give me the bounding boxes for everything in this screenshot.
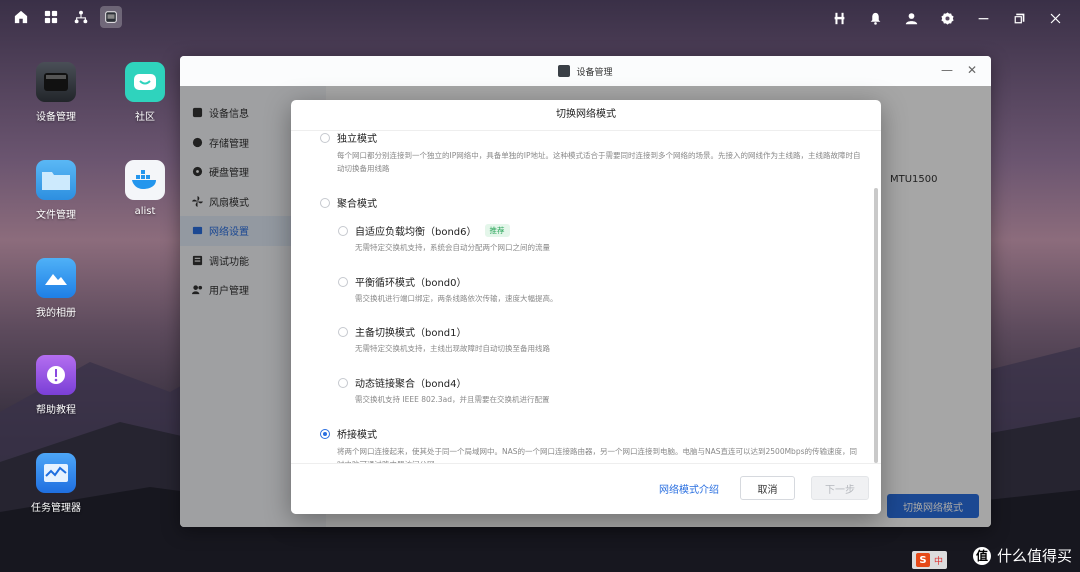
desktop-icon-file-manager[interactable]: 文件管理: [16, 160, 96, 221]
desktop-icon-label: 帮助教程: [36, 405, 76, 416]
option-label: 独立模式: [337, 134, 377, 145]
help-info-icon: [36, 355, 76, 395]
desktop-icon-task-manager[interactable]: 任务管理器: [16, 453, 96, 514]
tool-icon[interactable]: [828, 7, 850, 29]
option-label: 自适应负载均衡（bond6）: [355, 227, 477, 238]
desktop-icon-label: 文件管理: [36, 210, 76, 221]
option-bridge[interactable]: 桥接模式: [320, 426, 377, 441]
app-icon: [558, 65, 571, 77]
community-smile-icon: [125, 62, 165, 102]
radio-button[interactable]: [338, 377, 348, 388]
apps-grid-icon[interactable]: [40, 6, 62, 28]
desktop-icon-label: 我的相册: [36, 308, 76, 319]
switch-network-mode-dialog: 切换网络模式 独立模式 每个网口都分别连接到一个独立的IP网络中，具备单独的IP…: [291, 100, 881, 514]
cancel-button[interactable]: 取消: [740, 476, 795, 500]
desktop-icon-label: 设备管理: [36, 112, 76, 123]
radio-button[interactable]: [338, 326, 348, 337]
radio-button[interactable]: [338, 276, 348, 287]
restore-icon[interactable]: [1008, 7, 1030, 29]
close-icon[interactable]: [1044, 7, 1066, 29]
radio-button[interactable]: [320, 197, 330, 208]
smzdm-logo-icon: 值: [972, 546, 991, 565]
device-manager-icon[interactable]: [100, 6, 122, 28]
option-bond6[interactable]: 自适应负载均衡（bond6） 推荐: [338, 223, 510, 238]
option-description: 需交换机支持 IEEE 802.3ad，并且需要在交换机进行配置: [355, 395, 550, 404]
top-bar: [0, 0, 1080, 36]
window-close-icon[interactable]: ✕: [967, 64, 977, 76]
dialog-scrollbar[interactable]: [874, 188, 878, 463]
docker-whale-icon: [125, 160, 165, 200]
radio-button[interactable]: [338, 225, 348, 236]
ime-toolbar[interactable]: S 中: [912, 551, 948, 569]
radio-button-selected[interactable]: [320, 428, 330, 439]
option-description: 无需特定交换机支持，系统会自动分配两个网口之间的流量: [355, 243, 550, 252]
desktop-icon-label: 任务管理器: [31, 503, 81, 514]
option-label: 桥接模式: [337, 430, 377, 441]
watermark: 值 什么值得买: [972, 545, 1072, 566]
network-mode-intro-link[interactable]: 网络模式介绍: [659, 481, 719, 496]
dialog-body: 独立模式 每个网口都分别连接到一个独立的IP网络中，具备单独的IP地址。这种模式…: [291, 130, 881, 464]
desktop-icon-photos[interactable]: 我的相册: [16, 258, 96, 319]
user-icon[interactable]: [900, 7, 922, 29]
option-bond0[interactable]: 平衡循环模式（bond0）: [338, 274, 467, 289]
option-description: 将两个网口连接起来，使其处于同一个局域网中。NAS的一个网口连接路由器，另一个网…: [337, 447, 857, 464]
home-icon[interactable]: [10, 6, 32, 28]
option-label: 主备切换模式（bond1）: [355, 328, 467, 339]
sogou-ime-icon: S: [916, 553, 930, 567]
minimize-icon[interactable]: [972, 7, 994, 29]
settings-icon[interactable]: [936, 7, 958, 29]
next-step-button[interactable]: 下一步: [811, 476, 869, 500]
option-bond4[interactable]: 动态链接聚合（bond4）: [338, 375, 467, 390]
chart-monitor-icon: [36, 453, 76, 493]
dialog-footer: 网络模式介绍 取消 下一步: [291, 463, 881, 514]
option-description: 无需特定交换机支持，主线出现故障时自动切换至备用线路: [355, 344, 550, 353]
desktop-icon-label: alist: [134, 206, 156, 217]
window-minimize-icon[interactable]: —: [941, 64, 953, 76]
photo-mountain-icon: [36, 258, 76, 298]
window-title: 设备管理: [576, 67, 613, 78]
ime-mode-label: 中: [934, 556, 944, 567]
desktop-icon-community[interactable]: 社区: [105, 62, 185, 123]
desktop-icon-alist[interactable]: alist: [105, 160, 185, 217]
option-label: 平衡循环模式（bond0）: [355, 278, 467, 289]
option-label: 聚合模式: [337, 199, 377, 210]
option-aggregation[interactable]: 聚合模式: [320, 195, 377, 210]
window-titlebar: 设备管理: [180, 56, 991, 87]
option-label: 动态链接聚合（bond4）: [355, 379, 467, 390]
network-icon[interactable]: [70, 6, 92, 28]
desktop-icon-help[interactable]: 帮助教程: [16, 355, 96, 416]
recommended-badge: 推荐: [484, 224, 510, 237]
device-manager-icon: [36, 62, 76, 102]
option-independent[interactable]: 独立模式: [320, 130, 377, 145]
option-description: 需交换机进行端口绑定，两条线路依次传输，速度大幅提高。: [355, 294, 558, 303]
dialog-title: 切换网络模式: [291, 100, 881, 131]
watermark-text: 什么值得买: [996, 547, 1072, 565]
option-description: 每个网口都分别连接到一个独立的IP网络中，具备单独的IP地址。这种模式适合于需要…: [337, 151, 861, 173]
option-bond1[interactable]: 主备切换模式（bond1）: [338, 324, 467, 339]
bell-icon[interactable]: [864, 7, 886, 29]
desktop-icon-device-manager[interactable]: 设备管理: [16, 62, 96, 123]
folder-icon: [36, 160, 76, 200]
desktop-icon-label: 社区: [135, 112, 155, 123]
radio-button[interactable]: [320, 132, 330, 143]
